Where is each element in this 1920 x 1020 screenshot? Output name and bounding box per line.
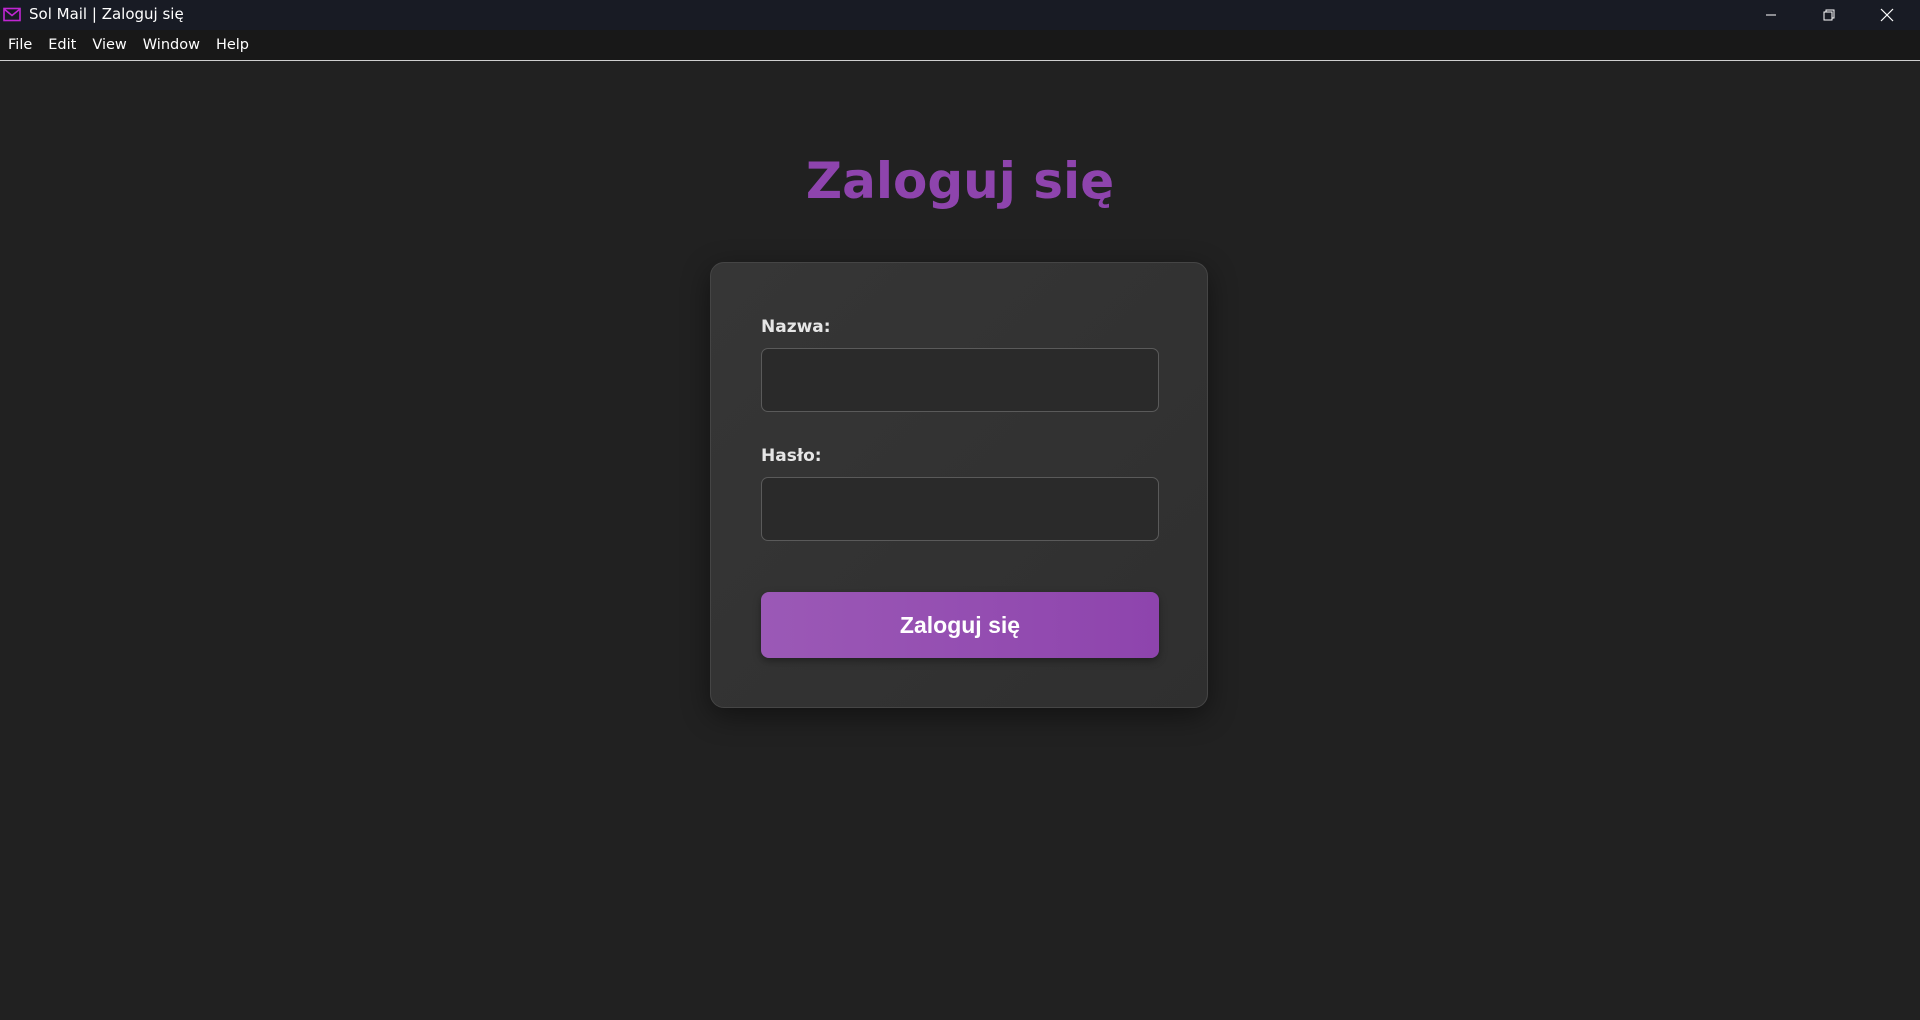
menu-window[interactable]: Window — [135, 30, 208, 60]
title-bar: Sol Mail | Zaloguj się — [0, 0, 1920, 30]
menu-bar: File Edit View Window Help — [0, 30, 1920, 61]
password-label: Hasło: — [761, 446, 822, 466]
password-input[interactable] — [761, 477, 1159, 541]
menu-view[interactable]: View — [84, 30, 134, 60]
envelope-icon — [3, 7, 21, 22]
window-title: Sol Mail | Zaloguj się — [29, 5, 184, 23]
menu-edit[interactable]: Edit — [40, 30, 84, 60]
menu-file[interactable]: File — [0, 30, 40, 60]
minimize-icon — [1766, 14, 1776, 16]
login-card: Nazwa: Hasło: Zaloguj się — [710, 262, 1208, 708]
login-button[interactable]: Zaloguj się — [761, 592, 1159, 658]
username-label: Nazwa: — [761, 317, 831, 337]
close-icon — [1880, 8, 1894, 22]
restore-button[interactable] — [1800, 0, 1858, 30]
minimize-button[interactable] — [1742, 0, 1800, 30]
username-input[interactable] — [761, 348, 1159, 412]
menu-help[interactable]: Help — [208, 30, 257, 60]
close-button[interactable] — [1858, 0, 1916, 30]
restore-icon — [1823, 9, 1835, 21]
page-title: Zaloguj się — [805, 152, 1115, 210]
